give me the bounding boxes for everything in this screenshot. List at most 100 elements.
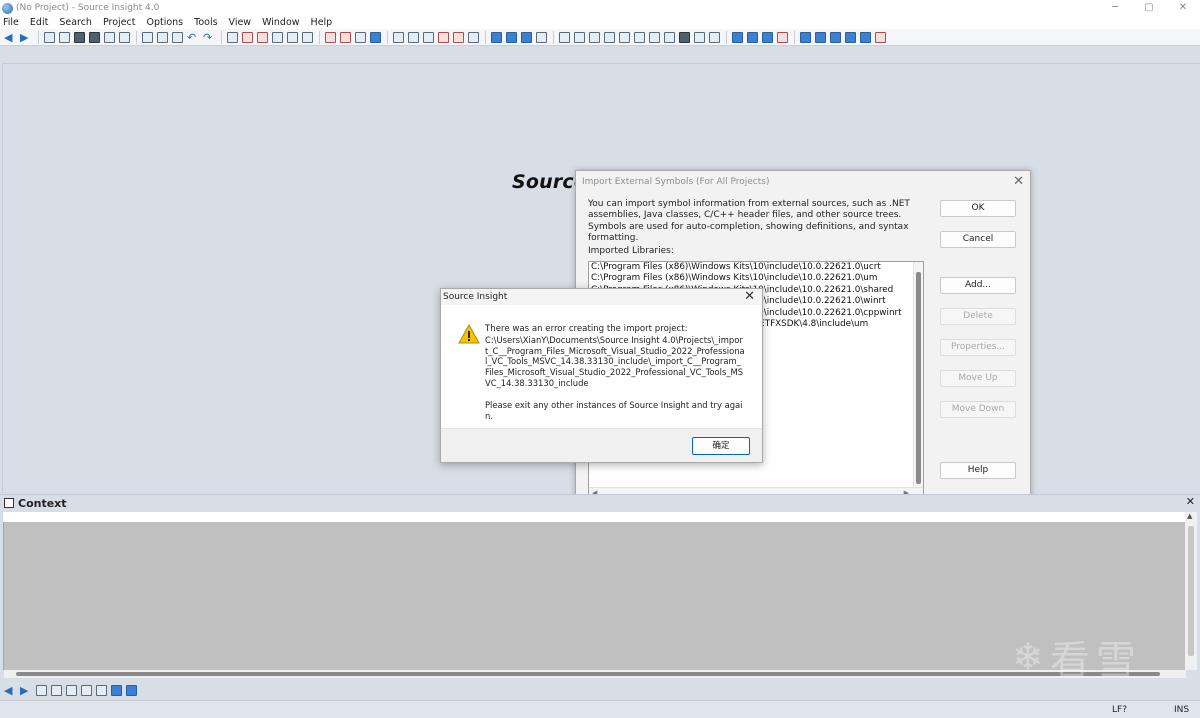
view-5-icon[interactable] <box>860 31 871 43</box>
view-2-icon[interactable] <box>815 31 826 43</box>
context-lock-icon[interactable] <box>36 684 47 696</box>
panel-left-icon[interactable] <box>491 31 502 43</box>
folder-tree-icon[interactable] <box>619 31 630 43</box>
menu-search[interactable]: Search <box>59 17 92 28</box>
copy-icon[interactable] <box>157 31 168 43</box>
relation-icon[interactable] <box>302 31 313 43</box>
context-close-icon[interactable]: ✕ <box>1186 495 1195 508</box>
paste-icon[interactable] <box>172 31 183 43</box>
error-message-line: There was an error creating the import p… <box>485 324 688 334</box>
jump-icon[interactable] <box>242 31 253 43</box>
class-tree-icon[interactable] <box>649 31 660 43</box>
context-settings-icon[interactable] <box>126 684 137 696</box>
panel-right-icon[interactable] <box>506 31 517 43</box>
find-icon[interactable] <box>574 31 585 43</box>
insert-mode-status: INS <box>1174 705 1190 715</box>
scrollbar-thumb[interactable] <box>16 672 1160 676</box>
tool-icon[interactable] <box>438 31 449 43</box>
context-copy-icon[interactable] <box>51 684 62 696</box>
indent-more-icon[interactable] <box>762 31 773 43</box>
menu-view[interactable]: View <box>229 17 252 28</box>
properties-button[interactable]: Properties... <box>940 339 1016 356</box>
panel-bottom-icon[interactable] <box>521 31 532 43</box>
ok-button[interactable]: OK <box>940 200 1016 217</box>
cut-icon[interactable] <box>142 31 153 43</box>
view-3-icon[interactable] <box>830 31 841 43</box>
layout-icon[interactable] <box>408 31 419 43</box>
context-forward-icon[interactable]: ▶ <box>20 685 32 696</box>
move-up-button[interactable]: Move Up <box>940 370 1016 387</box>
context-jump-icon[interactable] <box>81 684 92 696</box>
run-icon[interactable] <box>453 31 464 43</box>
highlight-icon[interactable] <box>340 31 351 43</box>
sync-icon[interactable] <box>370 31 381 43</box>
browse-icon[interactable] <box>393 31 404 43</box>
table-icon[interactable] <box>709 31 720 43</box>
view-6-icon[interactable] <box>875 31 886 43</box>
context-book-icon[interactable] <box>66 684 77 696</box>
move-down-button[interactable]: Move Down <box>940 401 1016 418</box>
delete-library-button[interactable]: Delete <box>940 308 1016 325</box>
menu-file[interactable]: File <box>3 17 19 28</box>
project-window-icon[interactable] <box>227 31 238 43</box>
lookup-icon[interactable] <box>287 31 298 43</box>
indent-right-icon[interactable] <box>747 31 758 43</box>
menu-window[interactable]: Window <box>262 17 299 28</box>
context-vertical-scrollbar[interactable]: ▲ <box>1185 512 1197 670</box>
window-tile-icon[interactable] <box>536 31 547 43</box>
toolbar-separator <box>726 30 727 44</box>
indent-left-icon[interactable] <box>732 31 743 43</box>
import-dialog-close-icon[interactable]: ✕ <box>1013 174 1024 189</box>
context-sync-icon[interactable] <box>96 684 107 696</box>
error-dialog-close-icon[interactable]: ✕ <box>744 289 755 304</box>
context-pin-icon[interactable] <box>111 684 122 696</box>
library-item[interactable]: C:\Program Files (x86)\Windows Kits\10\i… <box>589 273 923 284</box>
back-arrow-icon[interactable]: ◀ <box>4 32 16 43</box>
search-list-icon[interactable] <box>355 31 366 43</box>
rename-icon[interactable] <box>468 31 479 43</box>
open-file-icon[interactable] <box>59 31 70 43</box>
minimize-button[interactable]: ─ <box>1098 0 1132 16</box>
library-item[interactable]: C:\Program Files (x86)\Windows Kits\10\i… <box>589 262 923 273</box>
help-icon[interactable] <box>559 31 570 43</box>
libraries-vertical-scrollbar[interactable] <box>913 262 923 497</box>
clear-icon[interactable] <box>777 31 788 43</box>
filter-icon[interactable] <box>589 31 600 43</box>
forward-arrow-icon[interactable]: ▶ <box>20 32 32 43</box>
save-all-icon[interactable] <box>89 31 100 43</box>
cancel-button[interactable]: Cancel <box>940 231 1016 248</box>
close-file-icon[interactable] <box>104 31 115 43</box>
symbol-window-icon[interactable] <box>272 31 283 43</box>
redo-icon[interactable]: ↷ <box>203 32 215 43</box>
menu-project[interactable]: Project <box>103 17 136 28</box>
pen-icon[interactable] <box>679 31 690 43</box>
book-icon[interactable] <box>423 31 434 43</box>
call-tree-icon[interactable] <box>634 31 645 43</box>
menu-tools[interactable]: Tools <box>194 17 217 28</box>
context-back-icon[interactable]: ◀ <box>4 685 16 696</box>
bookmark-icon[interactable] <box>257 31 268 43</box>
new-file-icon[interactable] <box>44 31 55 43</box>
check-icon[interactable] <box>694 31 705 43</box>
scrollbar-thumb[interactable] <box>916 272 921 484</box>
menu-edit[interactable]: Edit <box>30 17 48 28</box>
add-library-button[interactable]: Add... <box>940 277 1016 294</box>
menu-help[interactable]: Help <box>311 17 333 28</box>
help-button[interactable]: Help <box>940 462 1016 479</box>
info-icon[interactable] <box>604 31 615 43</box>
close-window-button[interactable]: ✕ <box>1166 0 1200 16</box>
maximize-button[interactable]: ▢ <box>1132 0 1166 16</box>
browse-symbols-icon[interactable] <box>664 31 675 43</box>
context-horizontal-scrollbar[interactable] <box>4 670 1186 678</box>
save-icon[interactable] <box>74 31 85 43</box>
view-4-icon[interactable] <box>845 31 856 43</box>
secondary-toolbar-area <box>0 47 1200 63</box>
menu-options[interactable]: Options <box>146 17 183 28</box>
scroll-up-icon[interactable]: ▲ <box>1187 512 1192 520</box>
selection-icon[interactable] <box>325 31 336 43</box>
view-1-icon[interactable] <box>800 31 811 43</box>
undo-icon[interactable]: ↶ <box>187 32 199 43</box>
confirm-button[interactable]: 确定 <box>692 437 750 455</box>
print-icon[interactable] <box>119 31 130 43</box>
scrollbar-thumb[interactable] <box>1188 526 1194 656</box>
